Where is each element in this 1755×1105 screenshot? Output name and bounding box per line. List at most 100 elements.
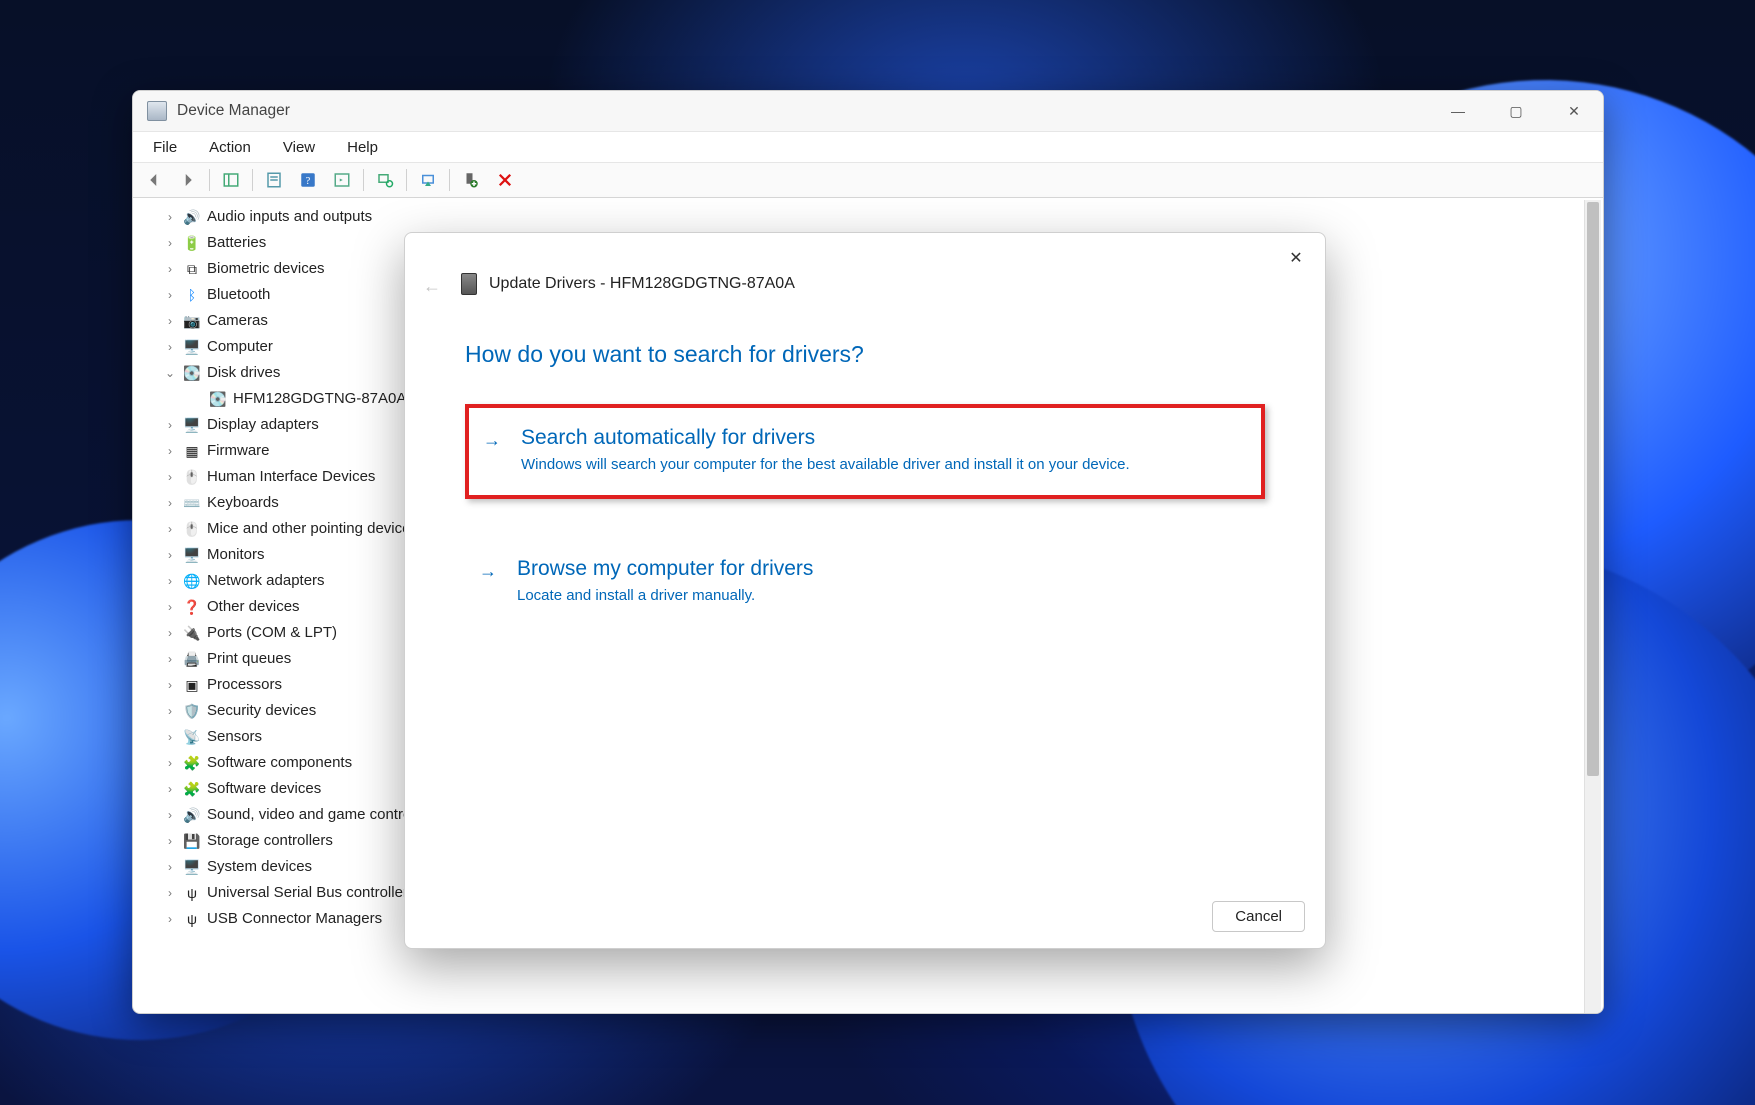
device-category-icon: ❓ [183, 598, 201, 616]
toolbar: ? [133, 163, 1603, 198]
chevron-right-icon[interactable]: › [163, 854, 177, 880]
dialog-question: How do you want to search for drivers? [465, 341, 1265, 368]
tree-node-label: Bluetooth [207, 282, 270, 308]
menu-file[interactable]: File [147, 137, 183, 158]
device-category-icon: 🔊 [183, 208, 201, 226]
chevron-right-icon[interactable]: › [163, 724, 177, 750]
forward-icon[interactable] [173, 167, 203, 193]
vertical-scrollbar[interactable] [1584, 200, 1601, 1014]
chevron-right-icon[interactable]: › [163, 282, 177, 308]
chevron-right-icon[interactable]: › [163, 750, 177, 776]
option-browse-computer[interactable]: → Browse my computer for drivers Locate … [465, 539, 1265, 626]
window-controls: — ▢ ✕ [1429, 91, 1603, 131]
chevron-right-icon[interactable]: › [163, 646, 177, 672]
option-description: Locate and install a driver manually. [517, 587, 1137, 604]
tree-node[interactable]: › 🔊 Audio inputs and outputs [159, 204, 1603, 230]
device-category-icon: ▣ [183, 676, 201, 694]
titlebar[interactable]: Device Manager — ▢ ✕ [133, 91, 1603, 132]
device-icon: 💽 [209, 390, 227, 408]
device-category-icon: 🖥️ [183, 858, 201, 876]
tree-node-label: Universal Serial Bus controllers [207, 880, 415, 906]
chevron-right-icon[interactable]: › [163, 412, 177, 438]
tree-node-label: Keyboards [207, 490, 279, 516]
device-category-icon: ᛒ [183, 286, 201, 304]
tree-node-label: USB Connector Managers [207, 906, 382, 932]
chevron-right-icon[interactable]: › [163, 204, 177, 230]
maximize-button[interactable]: ▢ [1487, 91, 1545, 131]
menu-view[interactable]: View [277, 137, 321, 158]
tree-pane-icon[interactable] [216, 167, 246, 193]
device-category-icon: 🖥️ [183, 338, 201, 356]
tree-node-label: Batteries [207, 230, 266, 256]
device-category-icon: ψ [183, 910, 201, 928]
chevron-right-icon[interactable]: › [163, 828, 177, 854]
tree-node-label: Print queues [207, 646, 291, 672]
chevron-right-icon[interactable]: › [163, 880, 177, 906]
chevron-right-icon[interactable]: › [163, 594, 177, 620]
device-category-icon: 🌐 [183, 572, 201, 590]
device-category-icon: ⧉ [183, 260, 201, 278]
back-icon[interactable] [139, 167, 169, 193]
device-category-icon: 🖱️ [183, 468, 201, 486]
chevron-right-icon[interactable]: › [163, 490, 177, 516]
chevron-right-icon[interactable]: › [163, 464, 177, 490]
device-category-icon: 🖥️ [183, 416, 201, 434]
tree-node-label: Display adapters [207, 412, 319, 438]
chevron-right-icon[interactable]: › [163, 542, 177, 568]
arrow-right-icon: → [479, 561, 497, 582]
toolbar-separator [406, 169, 407, 191]
option-title: Browse my computer for drivers [517, 557, 1243, 581]
toolbar-separator [252, 169, 253, 191]
show-hidden-icon[interactable] [327, 167, 357, 193]
minimize-button[interactable]: — [1429, 91, 1487, 131]
uninstall-icon[interactable] [456, 167, 486, 193]
menu-help[interactable]: Help [341, 137, 384, 158]
chevron-right-icon[interactable]: › [163, 308, 177, 334]
svg-text:?: ? [306, 176, 311, 187]
toolbar-separator [209, 169, 210, 191]
menubar: File Action View Help [133, 132, 1603, 163]
scrollbar-thumb[interactable] [1587, 202, 1599, 776]
chevron-right-icon[interactable]: › [163, 906, 177, 932]
menu-action[interactable]: Action [203, 137, 257, 158]
option-title: Search automatically for drivers [521, 426, 1239, 450]
chevron-right-icon[interactable]: › [163, 802, 177, 828]
chevron-right-icon[interactable]: › [163, 776, 177, 802]
device-category-icon: 🖨️ [183, 650, 201, 668]
scan-hardware-icon[interactable] [370, 167, 400, 193]
chevron-right-icon[interactable]: › [163, 620, 177, 646]
dialog-back-button[interactable]: ← [419, 273, 445, 299]
device-category-icon: 🔌 [183, 624, 201, 642]
chevron-right-icon[interactable]: › [163, 230, 177, 256]
help-icon[interactable]: ? [293, 167, 323, 193]
option-search-automatically[interactable]: → Search automatically for drivers Windo… [465, 404, 1265, 499]
chevron-right-icon[interactable]: › [163, 516, 177, 542]
chevron-right-icon[interactable]: › [163, 334, 177, 360]
tree-node-label: Ports (COM & LPT) [207, 620, 337, 646]
tree-node-label: Biometric devices [207, 256, 325, 282]
device-manager-window: Device Manager — ▢ ✕ File Action View He… [132, 90, 1604, 1014]
toolbar-separator [449, 169, 450, 191]
close-button[interactable]: ✕ [1545, 91, 1603, 131]
cancel-button[interactable]: Cancel [1212, 901, 1305, 932]
chevron-right-icon[interactable]: › [163, 672, 177, 698]
chevron-right-icon[interactable]: › [163, 256, 177, 282]
tree-node-label: Storage controllers [207, 828, 333, 854]
tree-node-label: Processors [207, 672, 282, 698]
disable-icon[interactable] [490, 167, 520, 193]
chevron-right-icon[interactable]: › [163, 568, 177, 594]
toolbar-separator [363, 169, 364, 191]
chevron-down-icon[interactable]: ⌄ [163, 360, 177, 386]
tree-node-label: Monitors [207, 542, 265, 568]
dialog-close-button[interactable]: ✕ [1281, 243, 1311, 273]
chevron-right-icon[interactable]: › [163, 698, 177, 724]
arrow-right-icon: → [483, 430, 501, 451]
device-category-icon: 🔊 [183, 806, 201, 824]
tree-leaf-label: HFM128GDGTNG-87A0A [233, 386, 406, 412]
tree-node-label: Audio inputs and outputs [207, 204, 372, 230]
update-driver-icon[interactable] [413, 167, 443, 193]
chevron-right-icon[interactable]: › [163, 438, 177, 464]
properties-icon[interactable] [259, 167, 289, 193]
device-category-icon: 🖥️ [183, 546, 201, 564]
device-category-icon: ⌨️ [183, 494, 201, 512]
